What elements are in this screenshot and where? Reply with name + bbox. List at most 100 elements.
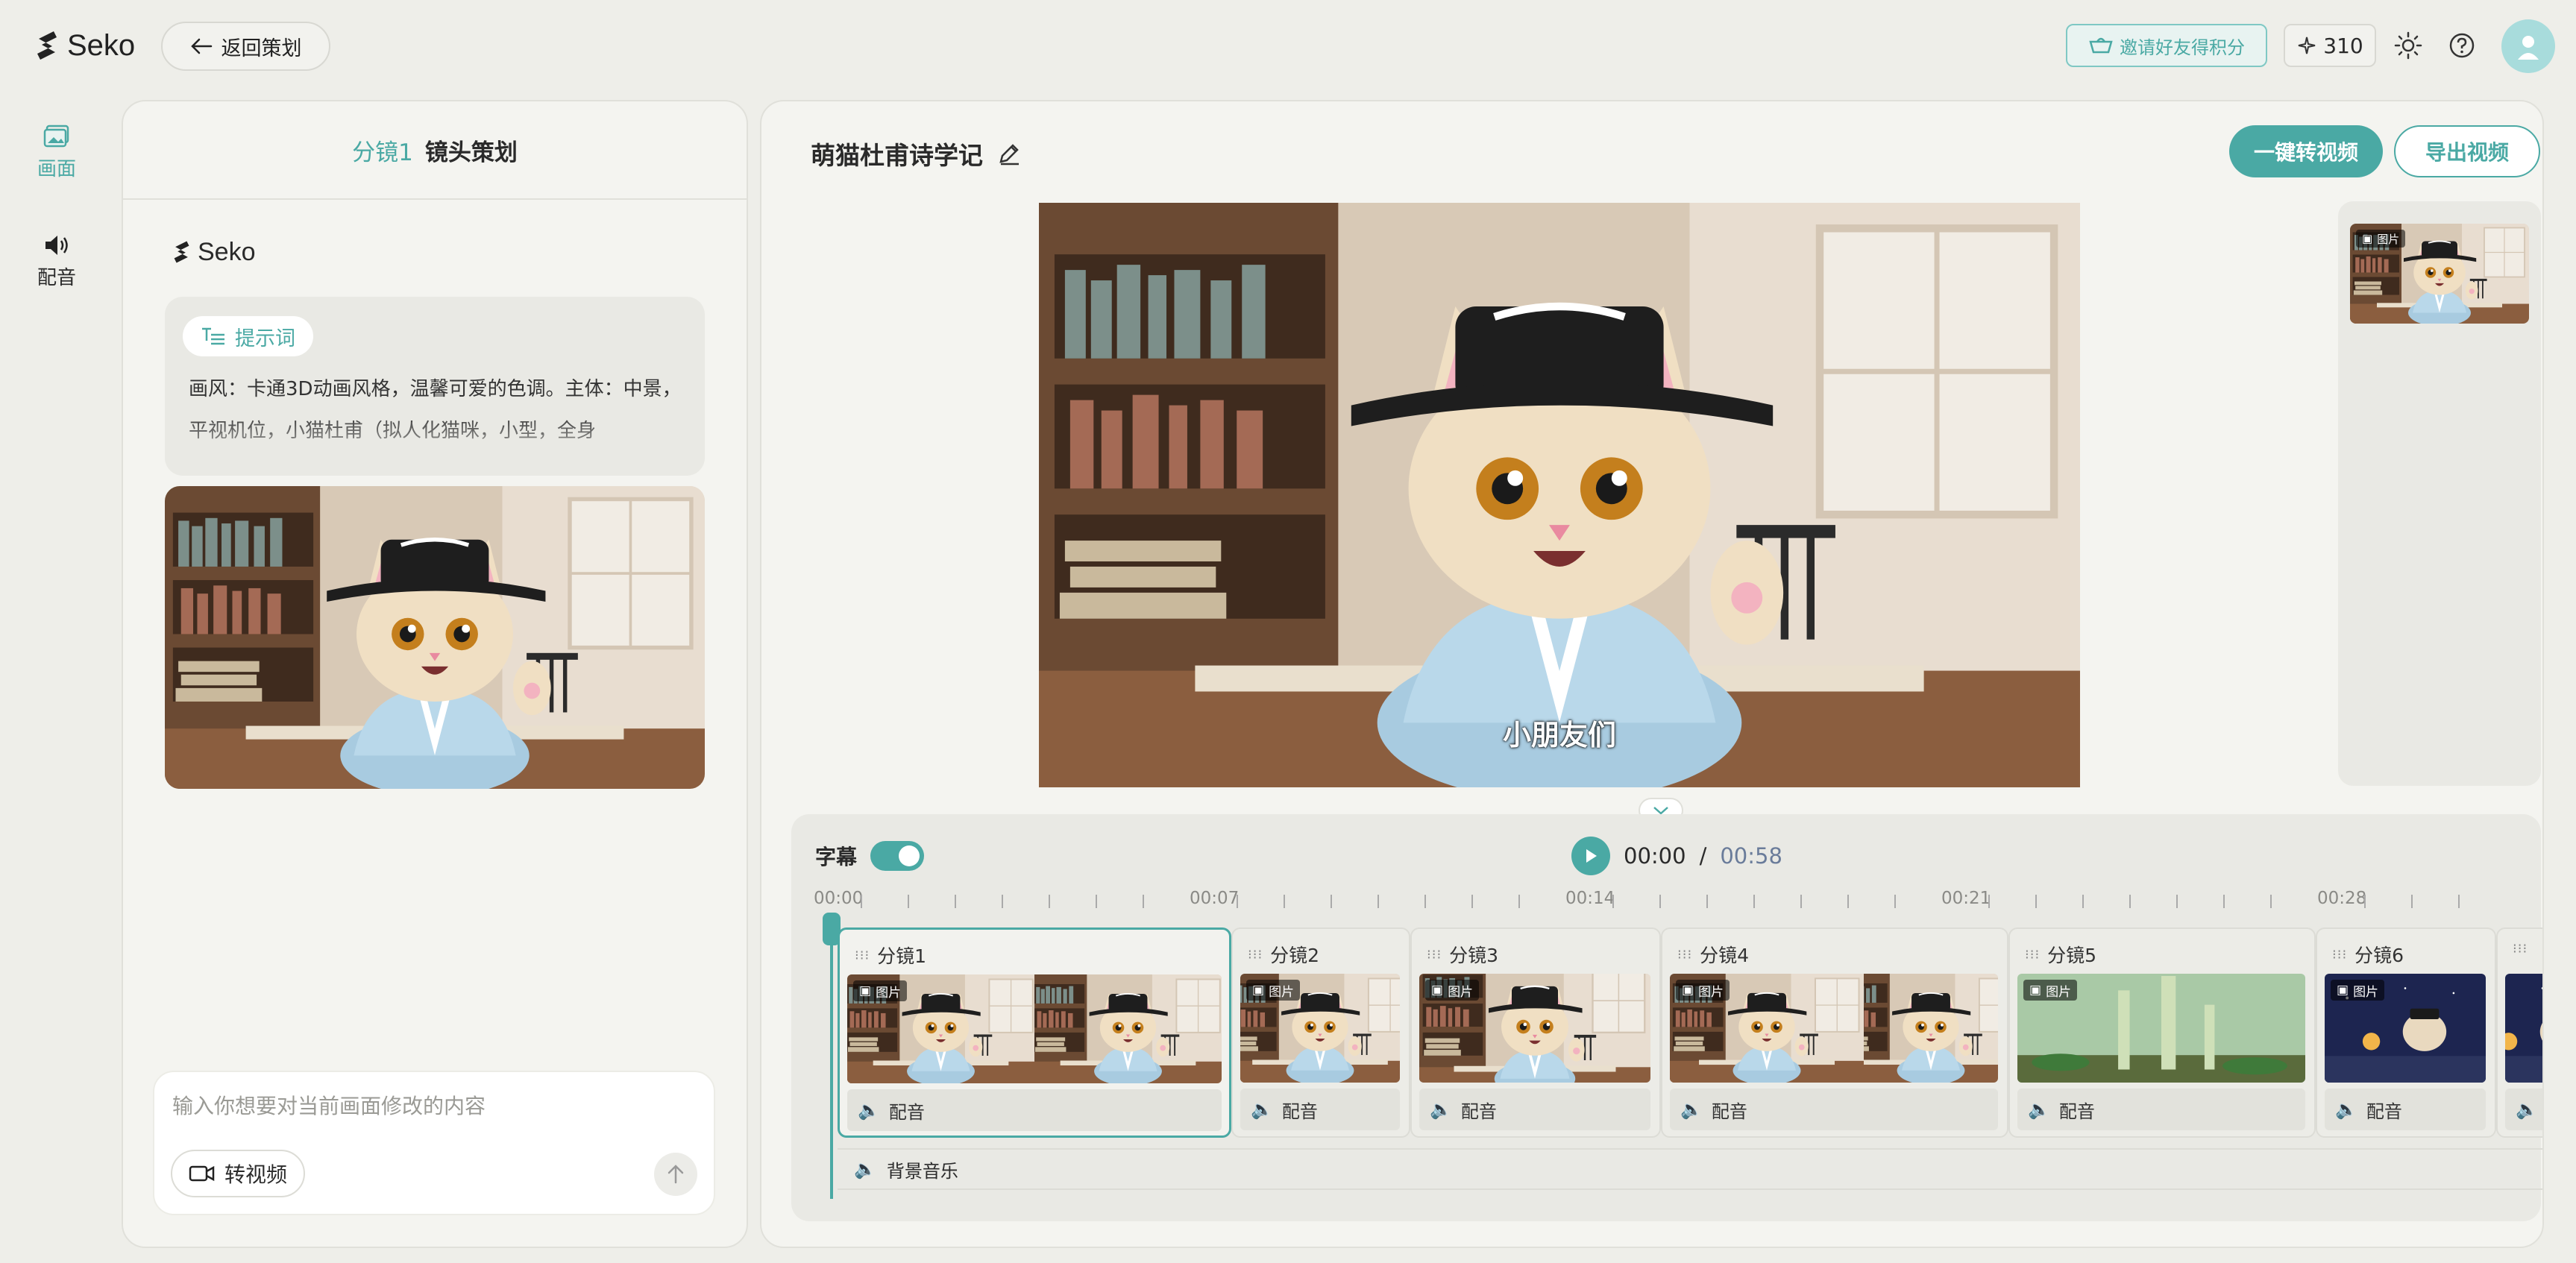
image-icon xyxy=(43,125,69,148)
clip-name-row: ⁝⁝⁝ 分镜5 xyxy=(2025,941,2096,968)
drag-handle-icon[interactable]: ⁝⁝⁝ xyxy=(1427,947,1442,963)
clip-thumbnail xyxy=(2505,974,2544,1083)
speaker-icon: 🔈 xyxy=(2516,1099,2538,1120)
clip-item[interactable]: ⁝⁝⁝ 分镜5 ▣ 图片 🔈 配音 xyxy=(2008,927,2316,1138)
rail-dub-label: 配音 xyxy=(37,267,76,289)
one-click-to-video-button[interactable]: 一键转视频 xyxy=(2229,125,2383,177)
clip-dub-button[interactable]: 🔈 配音 xyxy=(847,1089,1222,1131)
image-tag: ▣ 图片 xyxy=(2023,980,2078,1001)
clip-thumbnail: ▣ 图片 xyxy=(847,974,1222,1083)
drag-handle-icon[interactable]: ⁝⁝⁝ xyxy=(2332,947,2347,963)
drag-handle-icon[interactable]: ⁝⁝⁝ xyxy=(2025,947,2040,963)
to-video-button[interactable]: 转视频 xyxy=(171,1150,306,1197)
assistant-brand: Seko xyxy=(171,237,256,267)
subtitle-toggle-row: 字幕 xyxy=(815,841,925,871)
user-avatar[interactable] xyxy=(2501,19,2555,73)
ruler-tick xyxy=(908,895,909,908)
rail-dub-tab[interactable]: 配音 xyxy=(30,233,84,290)
clip-thumbnail: ▣ 图片 xyxy=(2325,974,2486,1083)
invite-label: 邀请好友得积分 xyxy=(2120,37,2245,58)
clip-item[interactable]: ⁝⁝⁝ 分镜3 ▣ 图片 🔈 配音 xyxy=(1410,927,1661,1138)
clip-item[interactable]: ⁝⁝⁝ 分镜1 ▣ 图片 🔈 配音 xyxy=(838,927,1231,1138)
edit-input-placeholder[interactable]: 输入你想要对当前画面修改的内容 xyxy=(172,1090,486,1120)
image-tag-label: 图片 xyxy=(1448,984,1474,1000)
drag-handle-icon[interactable]: ⁝⁝⁝ xyxy=(855,948,870,963)
ruler-tick xyxy=(955,895,956,908)
shot-image[interactable] xyxy=(165,486,705,789)
timeline: 字幕 00:00 / 00:58 00:00 00:07 00:14 00:21… xyxy=(791,814,2544,1221)
clip-item[interactable]: ⁝⁝⁝ 🔈 xyxy=(2496,927,2544,1138)
time-ruler[interactable]: 00:00 00:07 00:14 00:21 00:28 xyxy=(814,889,2529,919)
app-logo[interactable]: Seko xyxy=(33,25,135,66)
clip-name: 分镜4 xyxy=(1700,945,1750,966)
ruler-tick xyxy=(1377,895,1379,908)
project-title-row: 萌猫杜甫诗学记 xyxy=(811,136,1022,171)
video-preview[interactable]: 小朋友们 xyxy=(1039,203,2080,787)
clip-dub-button[interactable]: 🔈 配音 xyxy=(1419,1089,1650,1130)
clip-name: 分镜3 xyxy=(1449,945,1499,966)
gift-icon xyxy=(2089,37,2113,54)
image-tag-label: 图片 xyxy=(2353,984,2379,1000)
play-button[interactable] xyxy=(1571,837,1610,875)
image-tag-icon: ▣ xyxy=(1252,983,1265,998)
ruler-tick xyxy=(1706,895,1708,908)
ruler-tick xyxy=(1471,895,1473,908)
edit-input-box[interactable]: 输入你想要对当前画面修改的内容 转视频 xyxy=(153,1071,715,1215)
ruler-tick xyxy=(1753,895,1755,908)
clip-thumbnail: ▣ 图片 xyxy=(1419,974,1650,1083)
drag-handle-icon[interactable]: ⁝⁝⁝ xyxy=(1677,947,1692,963)
assistant-brand-text: Seko xyxy=(198,237,256,266)
play-icon xyxy=(1586,849,1597,863)
prompt-text: 画风：卡通3D动画风格，温馨可爱的色调。主体：中景，平视机位，小猫杜甫（拟人化猫… xyxy=(189,378,682,442)
image-tag-label: 图片 xyxy=(1698,984,1724,1000)
clip-dub-button[interactable]: 🔈 配音 xyxy=(2325,1089,2486,1130)
ruler-tick xyxy=(2411,895,2413,908)
export-video-button[interactable]: 导出视频 xyxy=(2394,125,2540,177)
project-title: 萌猫杜甫诗学记 xyxy=(811,141,983,170)
clip-dub-button[interactable]: 🔈 配音 xyxy=(1240,1089,1400,1130)
clip-dub-button[interactable]: 🔈 xyxy=(2505,1089,2542,1130)
clip-item[interactable]: ⁝⁝⁝ 分镜6 ▣ 图片 🔈 配音 xyxy=(2316,927,2496,1138)
prompt-card[interactable]: 提示词 画风：卡通3D动画风格，温馨可爱的色调。主体：中景，平视机位，小猫杜甫（… xyxy=(165,297,705,476)
clip-item[interactable]: ⁝⁝⁝ 分镜4 ▣ 图片 🔈 配音 xyxy=(1661,927,2008,1138)
ruler-label: 00:21 xyxy=(1941,889,1991,908)
arrow-left-icon xyxy=(190,38,212,54)
clip-dub-button[interactable]: 🔈 配音 xyxy=(1670,1089,1998,1130)
clip-dub-label: 配音 xyxy=(1711,1100,1747,1122)
clip-name: 分镜1 xyxy=(877,945,927,967)
clip-name-row: ⁝⁝⁝ 分镜4 xyxy=(1677,941,1749,968)
invite-friends-button[interactable]: 邀请好友得积分 xyxy=(2066,24,2267,67)
rail-picture-tab[interactable]: 画面 xyxy=(30,124,84,181)
theme-toggle-button[interactable] xyxy=(2393,30,2424,61)
editor-main-panel: 萌猫杜甫诗学记 一键转视频 导出视频 小朋友们 ▣ 图片 字幕 00:00 / xyxy=(760,100,2544,1248)
subtitle-toggle[interactable] xyxy=(870,841,925,871)
subtitle-toggle-label: 字幕 xyxy=(815,845,858,869)
seko-logo-icon xyxy=(37,31,57,60)
back-to-planning-button[interactable]: 返回策划 xyxy=(161,22,330,71)
send-button[interactable] xyxy=(654,1153,697,1196)
bgm-label: 背景音乐 xyxy=(886,1160,958,1182)
clip-dub-label: 配音 xyxy=(1460,1100,1497,1122)
credits-badge[interactable]: 310 xyxy=(2284,24,2376,67)
preview-picture xyxy=(1039,203,2080,787)
drag-handle-icon[interactable]: ⁝⁝⁝ xyxy=(1248,947,1263,963)
ruler-tick xyxy=(2223,895,2225,908)
side-thumbnail[interactable]: ▣ 图片 xyxy=(2350,224,2529,324)
speaker-icon: 🔈 xyxy=(2028,1099,2050,1120)
clip-name-row: ⁝⁝⁝ xyxy=(2513,941,2528,957)
clip-name: 分镜6 xyxy=(2354,945,2404,966)
clip-name: 分镜2 xyxy=(1270,945,1320,966)
drag-handle-icon[interactable]: ⁝⁝⁝ xyxy=(2513,941,2528,957)
clip-dub-button[interactable]: 🔈 配音 xyxy=(2017,1089,2305,1130)
background-music-track[interactable]: 🔈 背景音乐 xyxy=(838,1148,2542,1190)
ruler-tick xyxy=(2082,895,2084,908)
image-tag-icon: ▣ xyxy=(1431,983,1444,998)
clip-item[interactable]: ⁝⁝⁝ 分镜2 ▣ 图片 🔈 配音 xyxy=(1231,927,1410,1138)
speaker-icon: 🔈 xyxy=(1680,1099,1703,1120)
help-button[interactable] xyxy=(2446,30,2478,61)
speaker-icon: 🔈 xyxy=(2335,1099,2357,1120)
clip-name-row: ⁝⁝⁝ 分镜1 xyxy=(855,942,926,968)
ruler-tick xyxy=(1237,895,1238,908)
text-list-icon xyxy=(202,327,224,345)
edit-pencil-icon[interactable] xyxy=(996,141,1022,166)
